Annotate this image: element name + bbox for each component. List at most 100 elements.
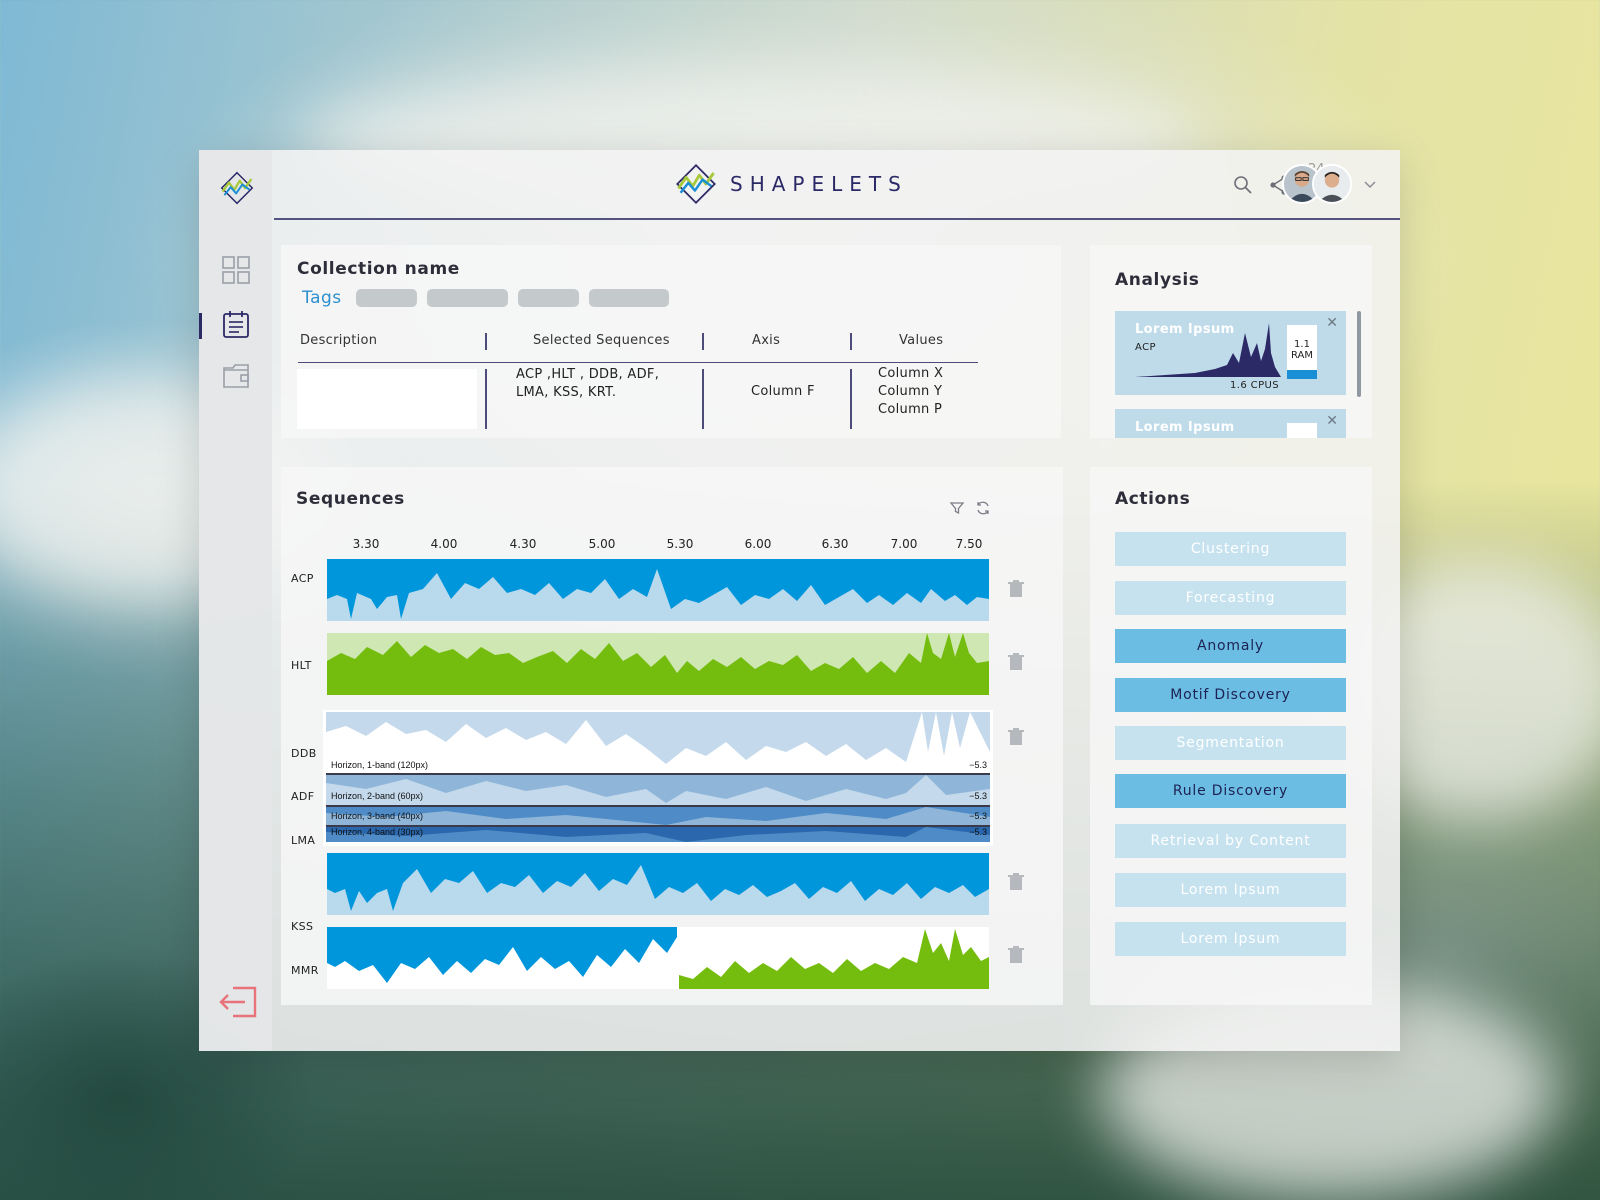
brand-name: SHAPELETS [730,172,908,196]
user-avatars[interactable] [1282,164,1354,206]
values-column-y: Column Y [878,384,943,399]
trash-icon[interactable] [1008,728,1024,746]
top-header: SHAPELETS 24 [274,150,1400,220]
row-label-lma: LMA [291,834,316,847]
column-divider [485,369,487,429]
horizon-band-value: −5.3 [969,811,987,821]
rule-discovery-button[interactable]: Rule Discovery [1115,774,1346,808]
analysis-title: Analysis [1115,270,1200,290]
motif-discovery-button[interactable]: Motif Discovery [1115,678,1346,712]
column-header-axis: Axis [752,333,781,348]
refresh-icon[interactable] [975,500,991,516]
horizon-band-label: Horizon, 4-band (30px) [331,827,424,837]
column-header-description: Description [300,333,378,348]
analysis-card[interactable]: Lorem Ipsum ACP 1.1 RAM 1.6 CPUS ✕ [1115,311,1346,395]
column-divider [485,333,487,350]
row-label-acp: ACP [291,572,314,585]
sequences-title: Sequences [296,489,405,509]
horizon-band-4 [326,827,990,842]
sequence-chart-hlt[interactable] [327,633,989,695]
brand-logo-icon [676,164,716,204]
axis-tick-label: 6.00 [744,537,772,551]
horizon-band-label: Horizon, 2-band (60px) [331,791,424,801]
tag-pill[interactable] [588,289,669,307]
column-divider [702,369,704,429]
column-divider [850,369,852,429]
folder-icon [223,364,249,388]
filter-icon[interactable] [949,500,965,516]
forecasting-button[interactable]: Forecasting [1115,581,1346,615]
dashboard-button[interactable] [220,254,252,286]
ram-label: 1.1 RAM [1290,339,1313,361]
clustering-button[interactable]: Clustering [1115,532,1346,566]
sequence-chart-mmr[interactable] [327,927,989,989]
collection-title: Collection name [297,259,460,279]
description-input[interactable] [297,369,477,429]
column-divider [702,333,704,350]
tag-pill[interactable] [517,289,579,307]
axis-tick-label: 6.30 [821,537,849,551]
dashboard-icon [222,256,250,284]
row-label-ddb: DDB [291,747,317,760]
sequence-chart-kss[interactable] [327,853,989,915]
retrieval-by-content-button[interactable]: Retrieval by Content [1115,824,1346,858]
trash-icon[interactable] [1008,873,1024,891]
axis-value: Column F [751,384,815,399]
values-column-x: Column X [878,366,944,381]
axis-tick-label: 5.00 [588,537,616,551]
brand[interactable]: SHAPELETS [674,162,908,206]
trash-icon[interactable] [1008,946,1024,964]
axis-tick-label: 7.50 [955,537,983,551]
segmentation-button[interactable]: Segmentation [1115,726,1346,760]
column-divider [850,333,852,350]
row-label-adf: ADF [291,790,315,803]
folder-button[interactable] [220,360,252,392]
close-icon[interactable]: ✕ [1326,315,1338,331]
horizon-band-2 [326,775,990,805]
analysis-card[interactable]: Lorem Ipsum ✕ [1115,409,1346,438]
app-logo[interactable] [219,170,255,206]
search-icon[interactable] [1232,174,1254,196]
selected-sequences-value: ACP ,HLT , DDB, ADF, LMA, KSS, KRT. [516,367,660,400]
column-header-selected-sequences: Selected Sequences [533,333,670,348]
calendar-icon [223,311,249,338]
axis-tick-label: 4.30 [509,537,537,551]
column-header-values: Values [899,333,944,348]
axis-tick-label: 4.00 [430,537,458,551]
horizon-band-value: −5.3 [969,760,987,770]
row-label-hlt: HLT [291,659,312,672]
sequences-panel: Sequences 3.30 4.00 4.30 5.00 5.30 6.00 … [281,467,1063,1005]
collection-panel: Collection name Tags Description Selecte… [281,245,1061,438]
analysis-sparkline [1135,323,1281,377]
horizon-band-label: Horizon, 3-band (40px) [331,811,424,821]
actions-title: Actions [1115,489,1191,509]
row-label-mmr: MMR [291,964,319,977]
tag-pill[interactable] [426,289,508,307]
horizon-chart[interactable]: Horizon, 1-band (120px) −5.3 Horizon, 2-… [323,710,993,846]
anomaly-button[interactable]: Anomaly [1115,629,1346,663]
row-label-kss: KSS [291,920,314,933]
analysis-card-title: Lorem Ipsum [1135,420,1235,435]
analysis-panel: Analysis Lorem Ipsum ACP 1.1 RAM 1.6 CPU… [1090,245,1372,438]
analysis-scrollbar[interactable] [1357,311,1361,397]
close-icon[interactable]: ✕ [1326,413,1338,429]
tag-pill[interactable] [355,289,417,307]
collections-button[interactable] [220,308,252,340]
sequence-chart-acp[interactable] [327,559,989,621]
cpu-label: 1.6 CPUS [1230,380,1279,391]
logout-icon[interactable] [217,985,259,1019]
chevron-down-icon[interactable] [1363,178,1377,192]
lorem-ipsum-button[interactable]: Lorem Ipsum [1115,922,1346,956]
horizon-band-value: −5.3 [969,791,987,801]
trash-icon[interactable] [1008,653,1024,671]
avatar [1312,164,1352,204]
axis-tick-label: 5.30 [666,537,694,551]
sidebar-active-indicator [199,313,202,339]
horizon-band-label: Horizon, 1-band (120px) [331,760,429,770]
values-column-p: Column P [878,402,943,417]
trash-icon[interactable] [1008,580,1024,598]
lorem-ipsum-button[interactable]: Lorem Ipsum [1115,873,1346,907]
ram-bar [1287,370,1317,379]
ram-meter [1287,423,1317,438]
horizon-band-value: −5.3 [969,827,987,837]
